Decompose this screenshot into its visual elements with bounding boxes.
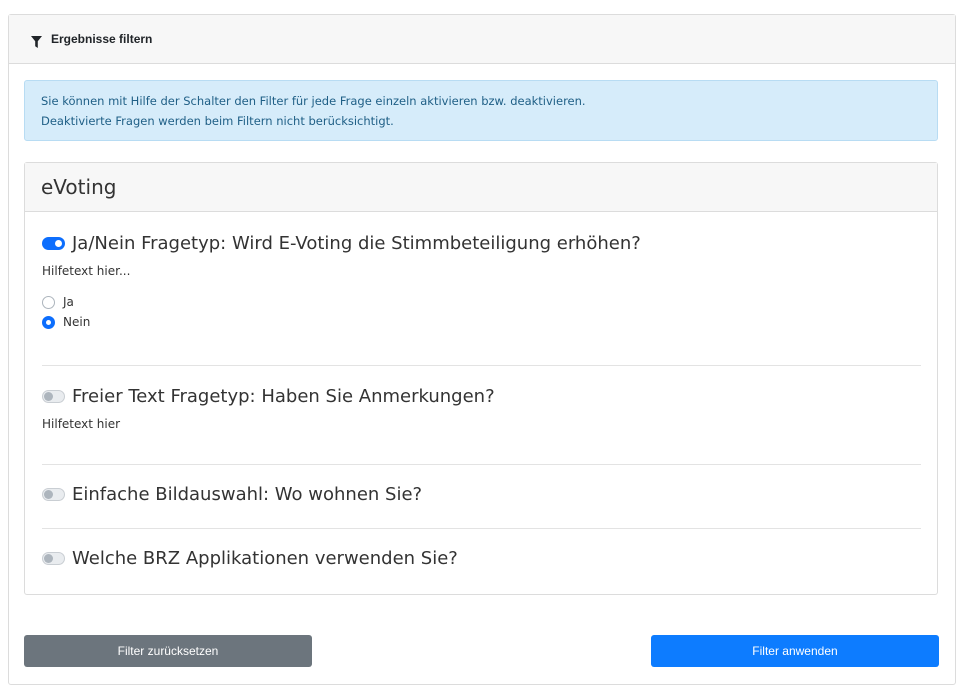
radio-nein[interactable] bbox=[42, 315, 55, 329]
funnel-icon bbox=[31, 33, 42, 48]
question-3-toggle[interactable] bbox=[42, 487, 65, 501]
filter-card: Ergebnisse filtern Sie können mit Hilfe … bbox=[8, 14, 956, 685]
question-1-options: Ja Nein bbox=[42, 292, 921, 332]
radio-ja[interactable] bbox=[42, 295, 55, 309]
question-2-help: Hilfetext hier bbox=[42, 417, 121, 431]
question-4: Welche BRZ Applikationen verwenden Sie? bbox=[42, 545, 921, 571]
question-1-toggle[interactable] bbox=[42, 236, 65, 250]
section-header: eVoting bbox=[25, 163, 937, 212]
question-2: Freier Text Fragetyp: Haben Sie Anmerkun… bbox=[42, 383, 921, 431]
question-2-text: Freier Text Fragetyp: Haben Sie Anmerkun… bbox=[72, 385, 495, 407]
option-ja[interactable]: Ja bbox=[42, 292, 921, 312]
filter-card-header: Ergebnisse filtern bbox=[9, 15, 955, 64]
divider bbox=[42, 365, 921, 366]
question-1-text: Ja/Nein Fragetyp: Wird E-Voting die Stim… bbox=[72, 232, 641, 254]
apply-filter-button[interactable]: Filter anwenden bbox=[651, 635, 939, 667]
option-ja-label: Ja bbox=[63, 295, 74, 309]
option-nein-label: Nein bbox=[63, 315, 91, 329]
question-1: Ja/Nein Fragetyp: Wird E-Voting die Stim… bbox=[42, 230, 921, 332]
option-nein[interactable]: Nein bbox=[42, 312, 921, 332]
divider bbox=[42, 464, 921, 465]
filter-card-title: Ergebnisse filtern bbox=[51, 32, 153, 46]
section-title: eVoting bbox=[41, 175, 117, 199]
question-3-text: Einfache Bildauswahl: Wo wohnen Sie? bbox=[72, 483, 423, 505]
question-2-toggle[interactable] bbox=[42, 389, 65, 403]
reset-filter-button[interactable]: Filter zurücksetzen bbox=[24, 635, 312, 667]
divider bbox=[42, 528, 921, 529]
question-3: Einfache Bildauswahl: Wo wohnen Sie? bbox=[42, 481, 921, 507]
question-4-text: Welche BRZ Applikationen verwenden Sie? bbox=[72, 547, 458, 569]
question-section: eVoting Ja/Nein Fragetyp: Wird E-Voting … bbox=[24, 162, 938, 595]
info-text-line-1: Sie können mit Hilfe der Schalter den Fi… bbox=[41, 94, 586, 108]
question-4-toggle[interactable] bbox=[42, 551, 65, 565]
question-1-help: Hilfetext hier... bbox=[42, 264, 131, 278]
info-text-line-2: Deaktivierte Fragen werden beim Filtern … bbox=[41, 114, 394, 128]
info-alert: Sie können mit Hilfe der Schalter den Fi… bbox=[24, 80, 938, 141]
